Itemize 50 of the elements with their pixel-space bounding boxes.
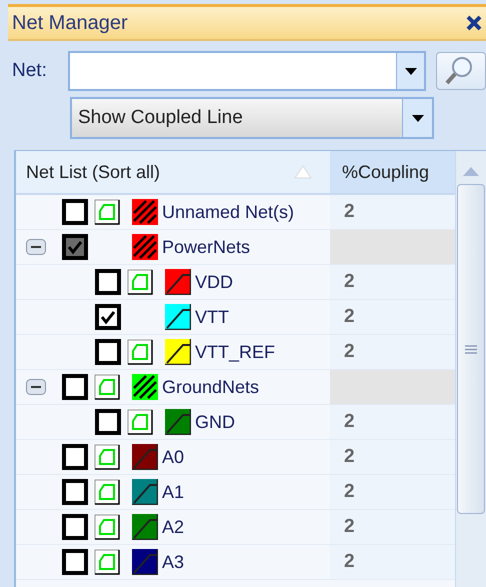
net-name: VDD <box>195 270 234 294</box>
coupling-cell: 2 <box>330 195 455 229</box>
close-icon[interactable] <box>466 15 482 31</box>
checkbox[interactable] <box>62 199 88 225</box>
net-name: Unnamed Net(s) <box>162 200 294 224</box>
net-name: GroundNets <box>162 376 260 398</box>
coupling-cell: 2 <box>330 265 455 299</box>
checkbox[interactable] <box>95 269 121 295</box>
scrollbar[interactable] <box>455 151 486 587</box>
coupling-cell: 2 <box>330 440 455 474</box>
sort-icon <box>294 165 312 179</box>
checkbox[interactable] <box>62 444 88 470</box>
net-input-field[interactable] <box>68 51 426 91</box>
collapse-icon[interactable] <box>26 379 46 395</box>
checkbox[interactable] <box>95 339 121 365</box>
coupling-cell: 2 <box>330 510 455 544</box>
coupling-cell: 2 <box>330 335 455 369</box>
net-name: A1 <box>162 480 184 504</box>
search-button[interactable] <box>436 52 486 90</box>
net-name: VTT <box>195 306 229 328</box>
checkbox[interactable] <box>62 234 88 260</box>
dropdown-value: Show Coupled Line <box>78 106 243 130</box>
coupling-cell: 2 <box>330 545 455 579</box>
coupling-cell: 2 <box>330 300 455 334</box>
dropdown-button[interactable] <box>396 53 424 89</box>
grip-icon <box>465 344 477 354</box>
checkbox[interactable] <box>62 514 88 540</box>
coupling-cell: 2 <box>330 405 455 439</box>
panel-title: Net Manager <box>12 11 128 36</box>
checkbox[interactable] <box>62 374 88 400</box>
checkbox[interactable] <box>62 549 88 575</box>
scrollbar-thumb[interactable] <box>457 184 485 514</box>
net-name: A3 <box>162 550 184 574</box>
column-title: Net List (Sort all) <box>26 160 160 184</box>
mode-dropdown[interactable]: Show Coupled Line <box>70 97 434 139</box>
net-name: A2 <box>162 516 184 538</box>
checkbox[interactable] <box>95 409 121 435</box>
caret-icon <box>412 114 424 122</box>
net-label: Net: <box>12 58 48 83</box>
net-name: PowerNets <box>162 236 250 258</box>
net-name: GND <box>195 410 235 434</box>
net-name: VTT_REF <box>195 340 276 364</box>
checkbox[interactable] <box>95 304 121 330</box>
column-header[interactable]: Net List (Sort all) <box>16 151 330 193</box>
column-header[interactable]: %Coupling <box>330 151 455 193</box>
net-name: A0 <box>162 446 184 468</box>
caret-icon <box>404 68 417 74</box>
coupling-cell: 2 <box>330 475 455 509</box>
collapse-icon[interactable] <box>26 239 46 255</box>
checkbox[interactable] <box>62 479 88 505</box>
